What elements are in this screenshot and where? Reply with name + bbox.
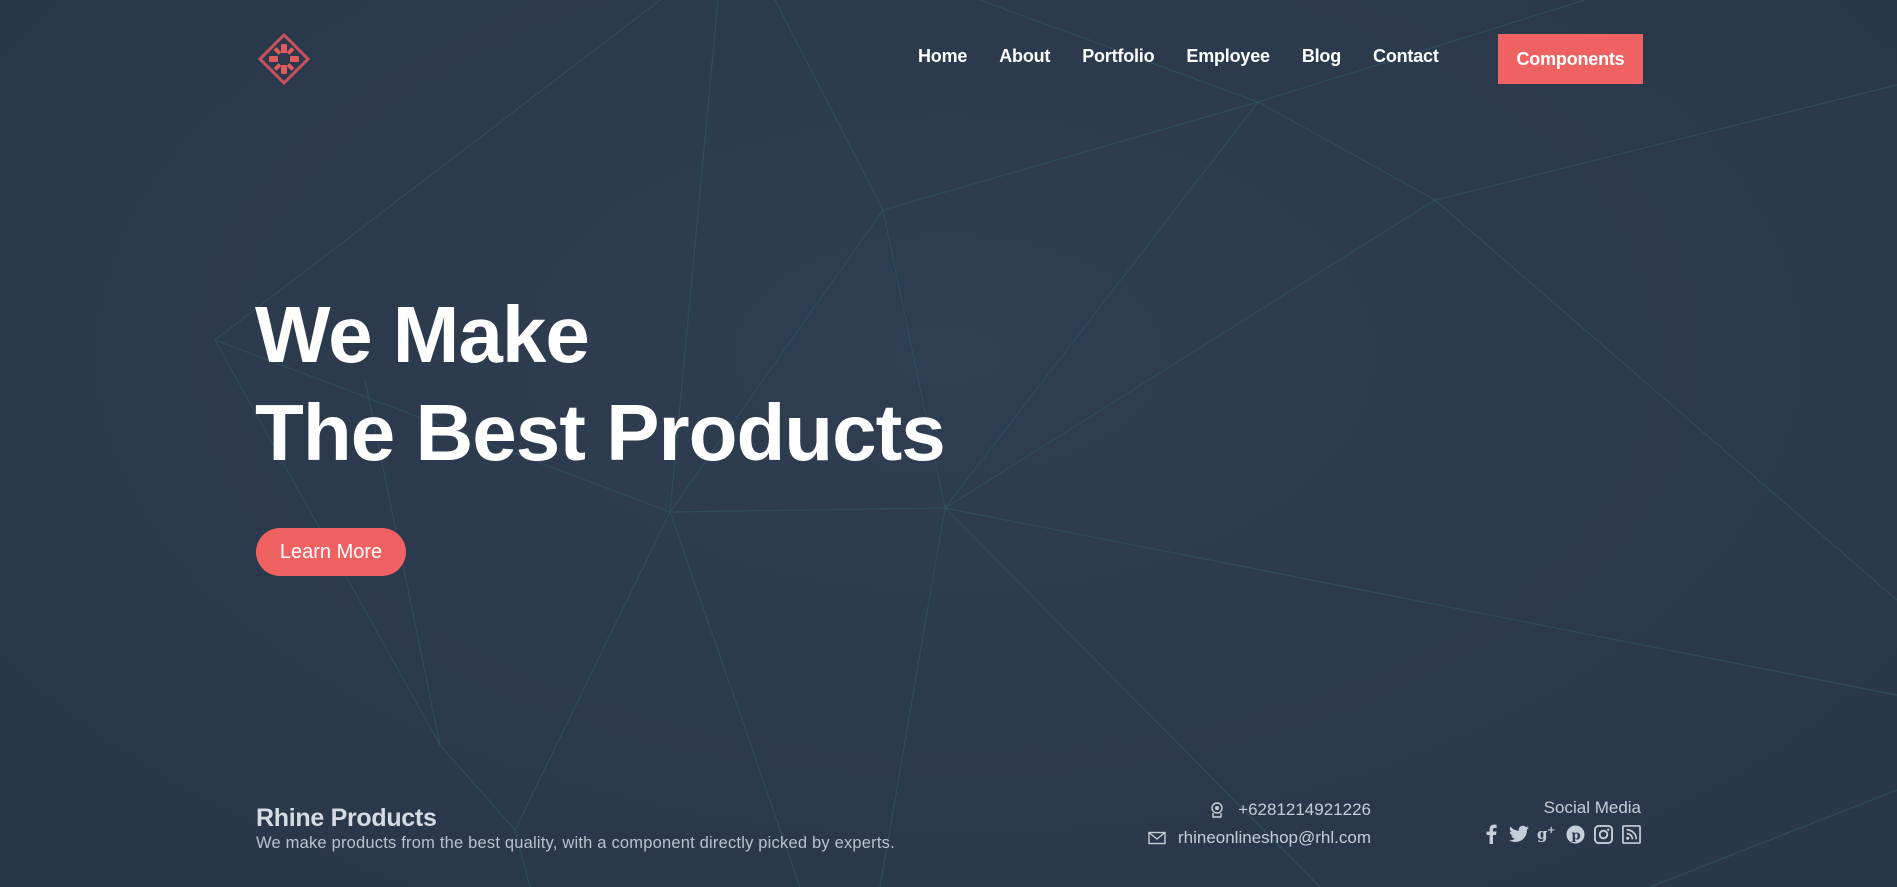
footer-social: Social Media g + p [1481,794,1641,844]
contact-email-row: rhineonlineshop@rhl.com [1148,824,1371,852]
pinterest-icon[interactable]: p [1565,824,1585,844]
svg-text:+: + [1547,825,1555,836]
google-plus-icon[interactable]: g + [1537,824,1557,844]
hero-title-line-1: We Make [255,290,590,379]
rss-icon[interactable] [1621,824,1641,844]
nav-employee[interactable]: Employee [1186,46,1270,67]
social-media-title: Social Media [1543,798,1641,817]
svg-text:p: p [1571,828,1580,843]
nav-blog[interactable]: Blog [1302,46,1341,67]
contact-email-text[interactable]: rhineonlineshop@rhl.com [1178,828,1371,848]
nav-about[interactable]: About [999,46,1050,67]
footer-contact: +6281214921226 rhineonlineshop@rhl.com [1148,796,1371,852]
twitter-icon[interactable] [1509,824,1529,844]
page: Home About Portfolio Employee Blog Conta… [0,0,1897,887]
footer-brand-name: Rhine Products [256,804,437,832]
instagram-icon[interactable] [1593,824,1613,844]
phone-icon [1211,802,1223,818]
facebook-icon[interactable] [1481,824,1501,844]
social-icons: g + p [1481,824,1641,844]
hero-title: We Make The Best Products [255,286,946,482]
hero-title-line-2: The Best Products [255,388,946,477]
main-nav: Home About Portfolio Employee Blog Conta… [918,46,1439,67]
mail-icon [1148,831,1166,845]
diamond-logo-icon[interactable] [255,30,313,88]
components-button[interactable]: Components [1498,34,1643,84]
contact-phone-text[interactable]: +6281214921226 [1238,800,1371,820]
nav-portfolio[interactable]: Portfolio [1082,46,1154,67]
nav-contact[interactable]: Contact [1373,46,1439,67]
learn-more-button[interactable]: Learn More [256,528,406,576]
footer-brand-description: We make products from the best quality, … [256,834,895,852]
contact-phone-row: +6281214921226 [1148,796,1371,824]
nav-home[interactable]: Home [918,46,967,67]
